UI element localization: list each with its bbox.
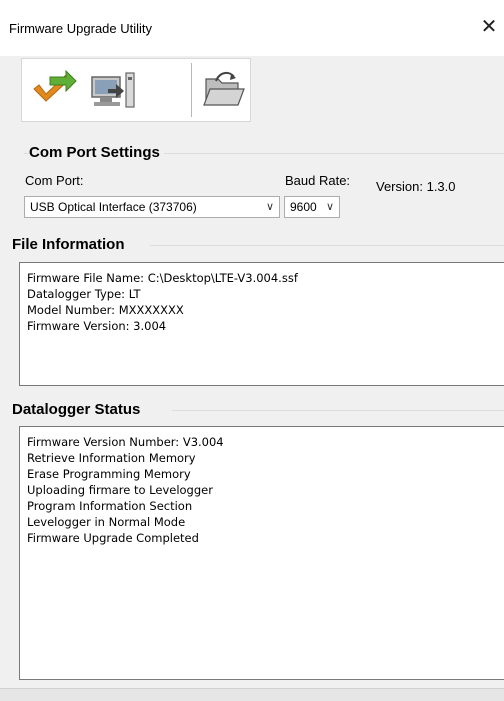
- status-line: Firmware Version Number: V3.004: [27, 435, 224, 449]
- baud-rate-select[interactable]: 9600 ∨: [284, 196, 340, 218]
- status-line: Erase Programming Memory: [27, 467, 191, 481]
- baud-rate-label: Baud Rate:: [285, 173, 351, 188]
- file-info-line: Model Number: MXXXXXXX: [27, 303, 184, 317]
- status-line: Firmware Upgrade Completed: [27, 531, 199, 545]
- datalogger-status-box[interactable]: Firmware Version Number: V3.004 Retrieve…: [19, 426, 504, 680]
- status-group-border: [172, 410, 504, 411]
- upgrade-firmware-button[interactable]: [30, 67, 78, 113]
- status-bar: [0, 688, 504, 701]
- check-arrow-icon: [33, 69, 77, 102]
- status-line: Uploading firmare to Levelogger: [27, 483, 213, 497]
- firmware-upgrade-window: Firmware Upgrade Utility ✕ Com Port Sett…: [0, 0, 504, 701]
- status-line: Retrieve Information Memory: [27, 451, 196, 465]
- chevron-down-icon: ∨: [325, 201, 334, 213]
- window-title: Firmware Upgrade Utility: [9, 21, 153, 36]
- file-info-line: Firmware File Name: C:\Desktop\LTE-V3.00…: [27, 271, 298, 285]
- chevron-down-icon: ∨: [265, 201, 274, 213]
- baud-rate-value: 9600: [290, 200, 317, 214]
- file-info-line: Datalogger Type: LT: [27, 287, 141, 301]
- connect-computer-button[interactable]: [86, 67, 138, 113]
- status-line: Levelogger in Normal Mode: [27, 515, 186, 529]
- open-file-button[interactable]: [200, 67, 248, 113]
- computer-arrow-icon: [91, 72, 135, 108]
- toolbar: [21, 58, 251, 122]
- com-port-settings-title: Com Port Settings: [29, 144, 164, 161]
- file-information-box[interactable]: Firmware File Name: C:\Desktop\LTE-V3.00…: [19, 262, 504, 386]
- close-icon[interactable]: ✕: [474, 12, 504, 42]
- status-line: Program Information Section: [27, 499, 193, 513]
- com-port-label: Com Port:: [25, 173, 84, 188]
- datalogger-status-title: Datalogger Status: [12, 401, 145, 418]
- version-text: Version: 1.3.0: [376, 179, 456, 194]
- toolbar-separator: [191, 63, 192, 117]
- com-port-value: USB Optical Interface (373706): [30, 200, 197, 214]
- com-port-select[interactable]: USB Optical Interface (373706) ∨: [24, 196, 280, 218]
- folder-open-icon: [203, 71, 245, 106]
- title-bar: Firmware Upgrade Utility ✕: [0, 0, 504, 56]
- file-info-line: Firmware Version: 3.004: [27, 319, 167, 333]
- file-information-title: File Information: [12, 236, 129, 253]
- file-info-group-border: [150, 245, 504, 246]
